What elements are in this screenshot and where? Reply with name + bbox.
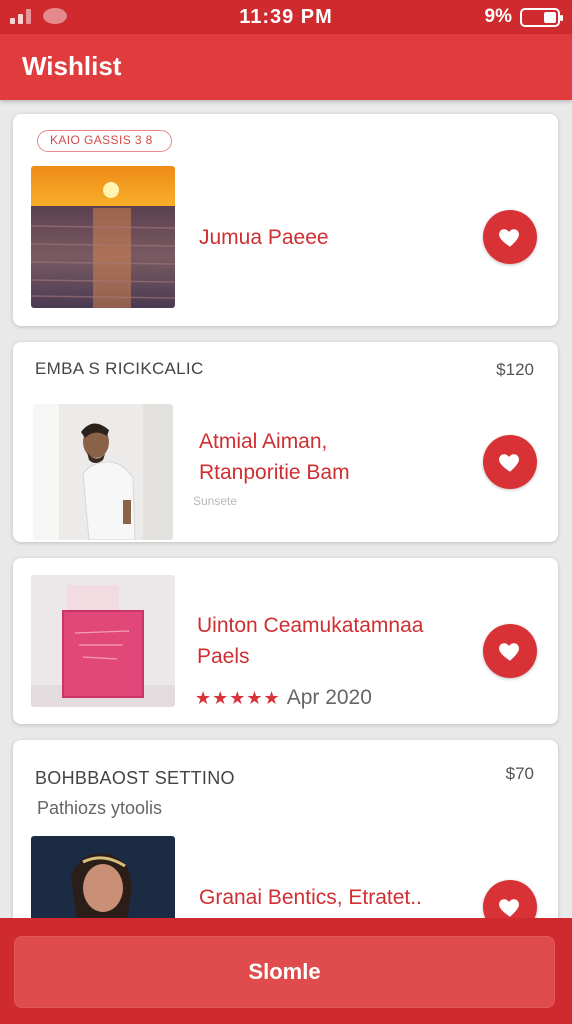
item-label: BOHBBAOST SETTINO [35,768,235,788]
battery-icon [520,7,563,27]
pink-book-image [31,575,175,707]
wishlist-card-2[interactable]: EMBA S RICIKCALIC $120 Atmial Aiman, Rta… [13,342,558,542]
item-title: Uinton Ceamukatamnaa Paels [197,614,424,668]
status-bar: 11:39 PM 9% [0,0,572,34]
wishlist-card-3[interactable]: Uinton Ceamukatamnaa Paels ★★★★★ Apr 202… [13,558,558,724]
heart-icon [499,899,519,917]
rating-stars: ★★★★★ [195,687,281,708]
item-price: $120 [496,360,534,379]
heart-icon [499,643,519,661]
item-subtext: Sunsete [193,494,238,508]
item-subtitle: Pathiozs ytoolis [37,798,163,818]
heart-icon [499,229,519,247]
item-label: EMBA S RICIKCALIC [35,359,204,378]
sunset-sea-image [31,166,175,308]
rating-date: Apr 2020 [286,686,372,709]
rating-row: ★★★★★ Apr 2020 [195,686,372,710]
battery-percent: 9% [484,6,512,27]
heart-icon [499,454,519,472]
item-title: Jumua Paeee [199,226,329,249]
item-tag: KAIO GASSIS 3 8 [37,130,172,152]
pink-book-photo [31,575,175,707]
favorite-button[interactable] [483,210,537,264]
item-title: Granai Bentics, Etratet.. [199,886,422,909]
bottom-bar: Slomle [0,918,572,1024]
item-price: $70 [505,764,534,783]
sunset-sea-photo [31,166,175,308]
status-right-icons: 9% [484,6,563,28]
page-title: Wishlist [22,51,122,81]
favorite-button[interactable] [483,624,537,678]
man-portrait-image [33,404,173,540]
app-bar: Wishlist [0,34,572,100]
item-title: Atmial Aiman, Rtanporitie Bam [199,430,350,484]
man-white-shirt-photo [33,404,173,540]
wishlist-card-1[interactable]: KAIO GASSIS 3 8 Jumua Paeee [13,114,558,326]
bottom-action-button[interactable]: Slomle [14,936,555,1008]
favorite-button[interactable] [483,435,537,489]
